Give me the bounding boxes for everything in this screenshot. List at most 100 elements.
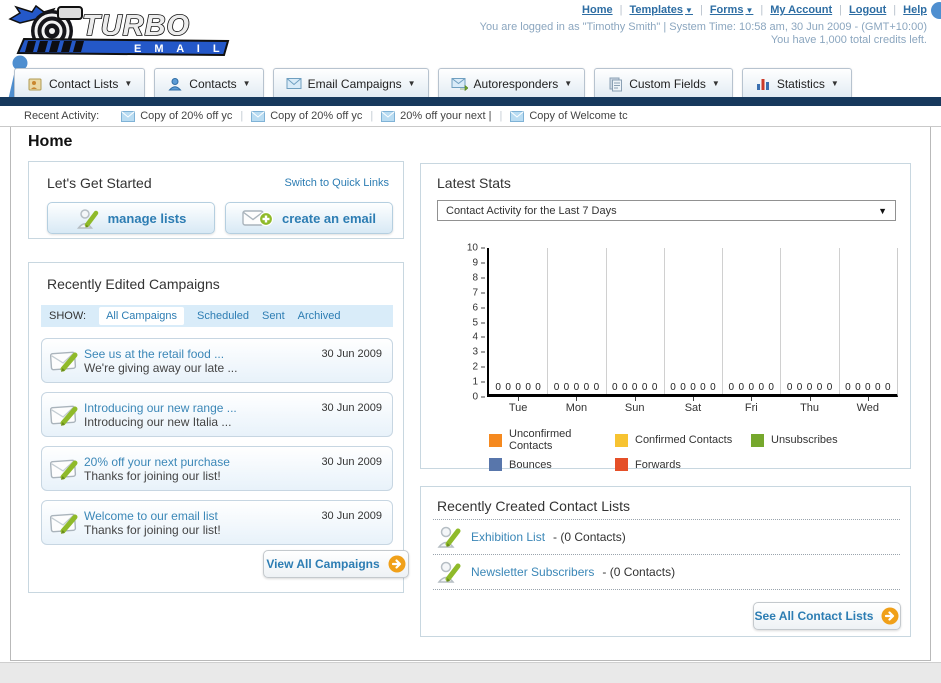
legend-item: Unsubscribes — [751, 428, 889, 452]
x-axis-category-label: Tue — [508, 402, 528, 414]
tab-contact-lists[interactable]: Contact Lists ▼ — [14, 68, 146, 98]
campaign-title-link[interactable]: Introducing our new range ... — [84, 401, 313, 415]
see-all-contact-lists-button[interactable]: See All Contact Lists — [753, 602, 901, 630]
chevron-down-icon: ▼ — [745, 6, 754, 15]
campaign-title-link[interactable]: 20% off your next purchase — [84, 455, 313, 469]
x-axis-tick — [634, 397, 636, 401]
filter-all-campaigns[interactable]: All Campaigns — [99, 307, 184, 325]
chart-gridline — [780, 248, 782, 394]
recent-campaigns-title: Recently Edited Campaigns — [47, 276, 220, 292]
chart-category-group: 0 0 0 0 0 Tue — [489, 248, 547, 414]
bar-value-label: 0 — [525, 382, 531, 393]
x-axis-tick — [576, 397, 578, 401]
chart-y-axis-labels: 10 9 8 7 6 5 4 3 2 1 0 — [443, 243, 485, 403]
y-axis-tick-label: 4 — [472, 332, 485, 343]
bar-value-label: 0 — [738, 382, 745, 393]
legend-item: Confirmed Contacts — [615, 428, 751, 452]
campaign-title-link[interactable]: Welcome to our email list — [84, 509, 313, 523]
campaign-subtitle: Introducing our new Italia ... — [84, 414, 232, 429]
contact-lists-icon — [27, 76, 43, 92]
navy-divider-bar — [0, 97, 941, 106]
contact-list-name-link[interactable]: Newsletter Subscribers — [471, 565, 594, 579]
chart-gridline — [663, 248, 665, 394]
tab-email-campaigns[interactable]: Email Campaigns ▼ — [272, 68, 429, 98]
y-axis-tick-label: 7 — [472, 287, 485, 298]
get-started-panel: Let's Get Started Switch to Quick Links … — [28, 161, 404, 239]
filter-archived[interactable]: Archived — [298, 310, 341, 322]
nav-separator: | — [619, 4, 623, 16]
chevron-down-icon: ▼ — [242, 79, 251, 88]
x-axis-category-label: Mon — [565, 402, 588, 414]
bar-value-label: 0 — [611, 382, 618, 393]
bar-value-label: 0 — [710, 382, 716, 393]
switch-quick-links-link[interactable]: Switch to Quick Links — [284, 177, 389, 189]
envelope-pencil-icon — [49, 457, 84, 481]
y-axis-tick-label: 5 — [472, 317, 485, 328]
bar-value-label: 0 — [728, 382, 735, 393]
campaign-card[interactable]: See us at the retail food ... We're givi… — [41, 338, 393, 383]
top-nav-link[interactable]: Home▼ — [582, 4, 613, 16]
bar-value-label: 0 — [806, 382, 813, 393]
chart-category-group: 0 0 0 0 0 Mon — [547, 248, 605, 414]
tab-statistics[interactable]: Statistics ▼ — [741, 68, 852, 98]
campaign-title-link[interactable]: See us at the retail food ... — [84, 347, 313, 361]
campaign-date: 30 Jun 2009 — [321, 456, 382, 468]
stats-report-dropdown[interactable]: Contact Activity for the Last 7 Days ▼ — [437, 200, 896, 221]
top-nav-link[interactable]: My Account▼ — [770, 4, 832, 16]
nav-separator: | — [699, 4, 703, 16]
manage-lists-button[interactable]: manage lists — [47, 202, 215, 234]
envelope-icon — [251, 110, 266, 122]
chart-gridline — [722, 248, 724, 394]
recent-activity-item[interactable]: 20% off your next | — [381, 110, 492, 122]
campaign-subtitle: Thanks for joining our list! — [84, 522, 221, 537]
campaign-card[interactable]: Introducing our new range ... Introducin… — [41, 392, 393, 437]
contact-list-row[interactable]: Exhibition List - (0 Contacts) — [433, 519, 900, 554]
envelope-icon — [121, 110, 136, 122]
envelope-icon — [381, 110, 396, 122]
tab-contacts[interactable]: Contacts ▼ — [154, 68, 264, 98]
nav-separator: | — [760, 4, 764, 16]
recent-activity-item[interactable]: Copy of 20% off yc — [121, 110, 232, 122]
get-started-title: Let's Get Started — [47, 175, 152, 191]
top-nav-link[interactable]: Logout▼ — [849, 4, 886, 16]
campaign-card[interactable]: 20% off your next purchase Thanks for jo… — [41, 446, 393, 491]
logo-graphic: TURBO E M A I L — [8, 4, 230, 57]
contact-list-row[interactable]: Newsletter Subscribers - (0 Contacts) — [433, 554, 900, 590]
campaign-date: 30 Jun 2009 — [321, 510, 382, 522]
legend-swatch — [615, 433, 628, 447]
envelope-plus-icon — [242, 208, 274, 229]
contact-list-name-link[interactable]: Exhibition List — [471, 530, 545, 544]
envelope-pencil-icon — [49, 511, 84, 535]
main-tab-bar: Contact Lists ▼ Contacts ▼ Email Campaigns… — [14, 68, 852, 98]
show-label: SHOW: — [49, 310, 87, 322]
legend-swatch — [751, 433, 764, 447]
chart-category-group: 0 0 0 0 0 Sun — [606, 248, 664, 414]
top-nav-link[interactable]: Help▼ — [903, 4, 927, 16]
help-balloon-dot — [931, 2, 941, 19]
recent-activity-label: Recent Activity: — [24, 110, 100, 122]
campaign-card[interactable]: Welcome to our email list Thanks for joi… — [41, 500, 393, 545]
bar-value-label: 0 — [535, 382, 541, 393]
create-email-button[interactable]: create an email — [225, 202, 393, 234]
orange-arrow-icon — [881, 607, 899, 625]
top-nav-link[interactable]: Forms ▼ — [710, 4, 754, 16]
campaign-subtitle: We're giving away our late ... — [84, 360, 238, 375]
campaign-date: 30 Jun 2009 — [321, 402, 382, 414]
bar-value-label: 0 — [670, 382, 676, 393]
y-axis-tick-label: 9 — [472, 257, 485, 268]
x-axis-tick — [518, 397, 520, 401]
filter-sent[interactable]: Sent — [262, 310, 285, 322]
filter-scheduled[interactable]: Scheduled — [197, 310, 249, 322]
tab-autoresponders[interactable]: Autoresponders ▼ — [437, 68, 586, 98]
top-nav-link[interactable]: Templates ▼ — [629, 4, 693, 16]
chart-category-group: 0 0 0 0 0 Thu — [780, 248, 838, 414]
latest-stats-title: Latest Stats — [437, 175, 511, 191]
x-axis-category-label: Thu — [800, 402, 820, 414]
chart-category-group: 0 0 0 0 0 Fri — [722, 248, 780, 414]
tab-custom-fields[interactable]: Custom Fields ▼ — [594, 68, 733, 98]
recent-activity-item[interactable]: Copy of 20% off yc — [251, 110, 362, 122]
recent-activity-item[interactable]: Copy of Welcome tc — [510, 110, 628, 122]
svg-text:TURBO: TURBO — [82, 10, 190, 42]
view-all-campaigns-button[interactable]: View All Campaigns — [263, 550, 409, 578]
y-axis-tick-label: 10 — [467, 243, 485, 254]
